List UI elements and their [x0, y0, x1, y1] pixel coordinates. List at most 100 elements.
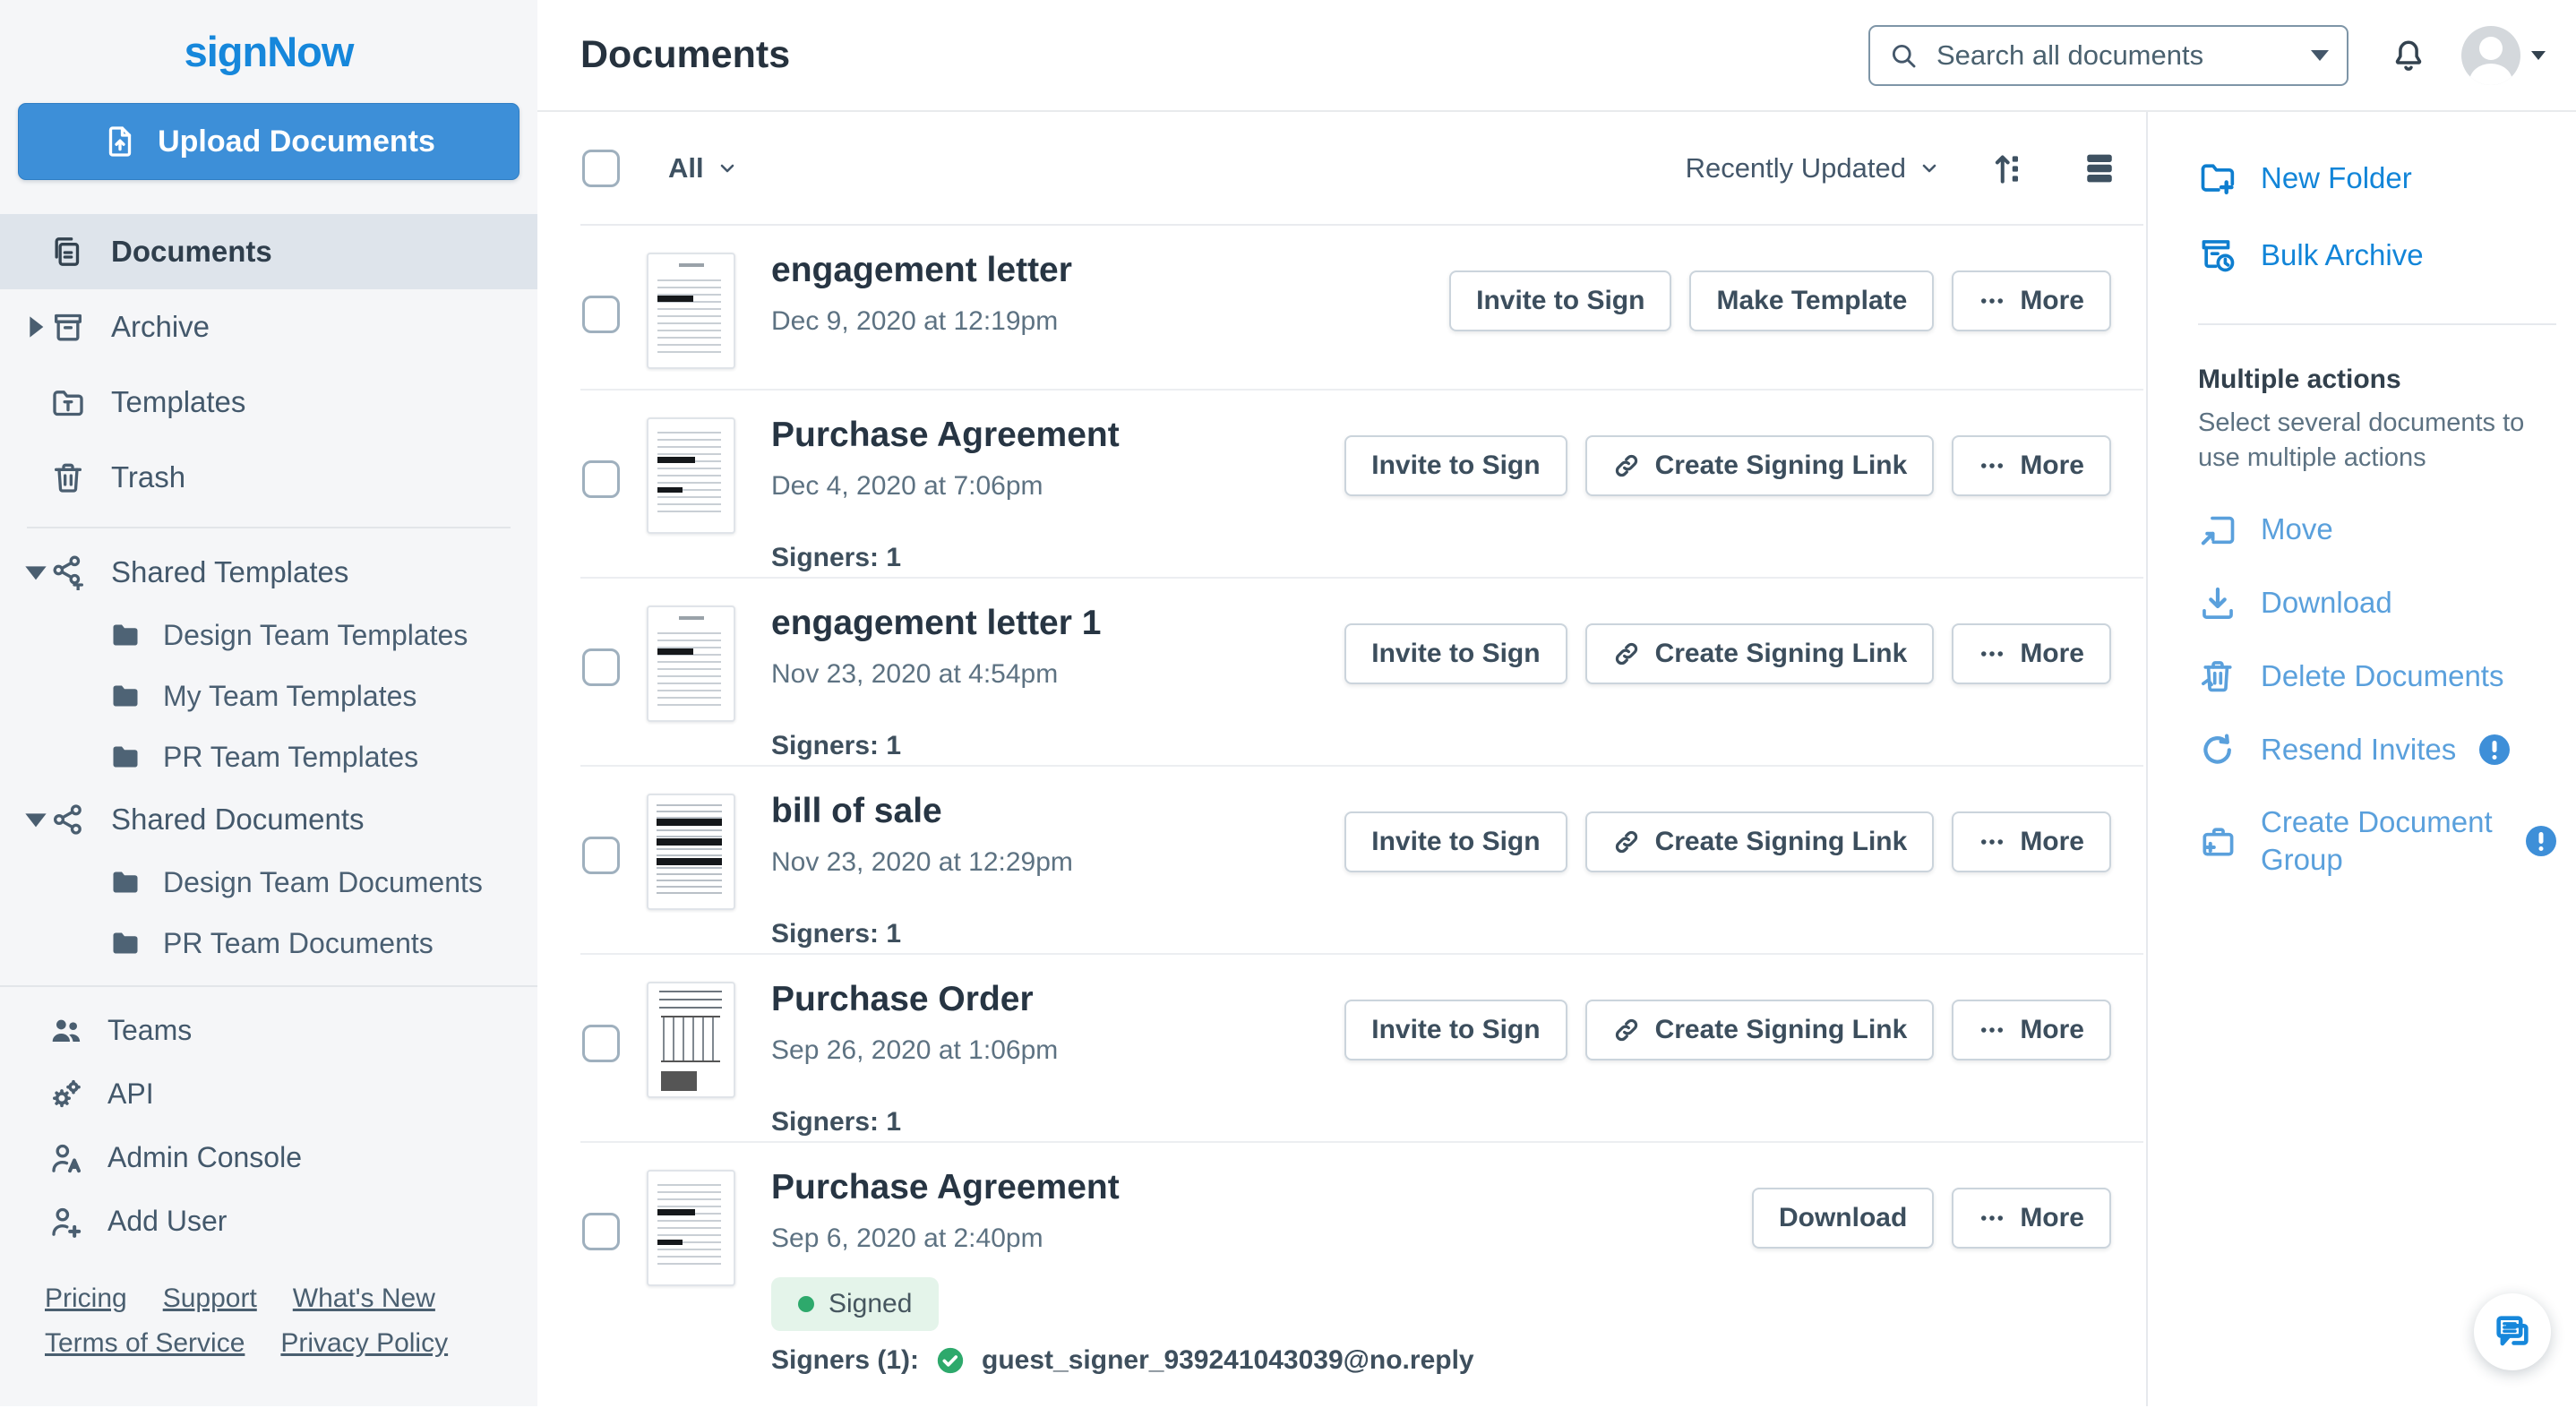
list-view-icon[interactable] [2080, 149, 2119, 188]
privacy-policy-link[interactable]: Privacy Policy [280, 1328, 448, 1358]
row-checkbox[interactable] [582, 1025, 620, 1062]
sidebar-item-admin-console[interactable]: Admin Console [0, 1126, 537, 1189]
sidebar-item-pr-team-documents[interactable]: PR Team Documents [0, 913, 537, 974]
move-button[interactable]: Move [2198, 510, 2556, 549]
invite-to-sign-button[interactable]: Invite to Sign [1449, 270, 1671, 331]
create-signing-link-button[interactable]: Create Signing Link [1585, 623, 1935, 684]
button-label: More [2020, 451, 2084, 481]
action-label: Create Document Group [2261, 803, 2503, 879]
new-folder-button[interactable]: New Folder [2198, 159, 2556, 198]
filter-dropdown[interactable]: All [668, 152, 738, 185]
document-title[interactable]: Purchase Order [771, 978, 1058, 1021]
more-button[interactable]: More [1952, 1188, 2111, 1249]
sidebar-item-add-user[interactable]: Add User [0, 1189, 537, 1253]
chat-support-button[interactable] [2474, 1293, 2551, 1370]
document-thumbnail[interactable] [647, 794, 735, 910]
add-user-icon [48, 1204, 84, 1240]
sidebar-item-design-team-templates[interactable]: Design Team Templates [0, 605, 537, 665]
sidebar-item-my-team-templates[interactable]: My Team Templates [0, 665, 537, 726]
sidebar-item-trash[interactable]: Trash [0, 440, 537, 515]
sort-order-icon[interactable] [1990, 149, 2030, 188]
create-signing-link-button[interactable]: Create Signing Link [1585, 1000, 1935, 1060]
invite-to-sign-button[interactable]: Invite to Sign [1344, 435, 1567, 496]
document-title[interactable]: Purchase Agreement [771, 1166, 1474, 1209]
delete-documents-button[interactable]: Delete Documents [2198, 657, 2556, 696]
document-thumbnail[interactable] [647, 1170, 735, 1286]
terms-of-service-link[interactable]: Terms of Service [45, 1328, 245, 1358]
info-alert-icon[interactable] [2479, 734, 2510, 765]
document-list: engagement letter Dec 9, 2020 at 12:19pm… [580, 224, 2143, 1406]
more-button[interactable]: More [1952, 811, 2111, 872]
sidebar-item-documents[interactable]: Documents [0, 214, 537, 289]
download-icon [2198, 583, 2237, 622]
download-documents-button[interactable]: Download [2198, 583, 2556, 622]
document-thumbnail[interactable] [647, 982, 735, 1098]
invite-to-sign-button[interactable]: Invite to Sign [1344, 623, 1567, 684]
create-signing-link-button[interactable]: Create Signing Link [1585, 435, 1935, 496]
document-thumbnail[interactable] [647, 605, 735, 722]
document-thumbnail[interactable] [647, 417, 735, 534]
search-bar[interactable] [1868, 25, 2348, 86]
make-template-button[interactable]: Make Template [1689, 270, 1934, 331]
caret-down-icon[interactable] [18, 802, 54, 837]
more-button[interactable]: More [1952, 270, 2111, 331]
status-label: Signed [829, 1289, 912, 1319]
document-title[interactable]: Purchase Agreement [771, 414, 1120, 457]
more-button[interactable]: More [1952, 435, 2111, 496]
row-checkbox[interactable] [582, 648, 620, 686]
document-thumbnail[interactable] [647, 253, 735, 369]
create-document-group-button[interactable]: Create Document Group [2198, 803, 2556, 879]
caret-right-icon[interactable] [18, 309, 54, 345]
search-input[interactable] [1935, 39, 2300, 73]
action-label: Move [2261, 512, 2333, 546]
move-icon [2198, 510, 2237, 549]
sidebar-item-label: Add User [107, 1205, 227, 1238]
more-dots-icon [1979, 640, 2005, 667]
sidebar-item-label: API [107, 1077, 154, 1111]
sort-dropdown[interactable]: Recently Updated [1686, 152, 1940, 185]
row-checkbox[interactable] [582, 296, 620, 333]
info-alert-icon[interactable] [2526, 826, 2556, 856]
create-signing-link-button[interactable]: Create Signing Link [1585, 811, 1935, 872]
folder-label: PR Team Documents [163, 927, 434, 960]
account-menu[interactable] [2461, 26, 2546, 85]
caret-down-icon[interactable] [18, 554, 54, 590]
more-button[interactable]: More [1952, 623, 2111, 684]
search-scope-caret-icon[interactable] [2311, 50, 2329, 61]
support-link[interactable]: Support [163, 1284, 257, 1313]
upload-documents-button[interactable]: Upload Documents [18, 103, 519, 180]
document-title[interactable]: engagement letter 1 [771, 602, 1101, 645]
row-checkbox[interactable] [582, 1213, 620, 1250]
sidebar-section-shared-templates[interactable]: Shared Templates [0, 540, 537, 605]
download-button[interactable]: Download [1752, 1188, 1934, 1249]
page-title: Documents [580, 33, 790, 77]
select-all-checkbox[interactable] [582, 150, 620, 187]
document-title[interactable]: bill of sale [771, 790, 1073, 833]
status-dot-icon [798, 1296, 814, 1312]
invite-to-sign-button[interactable]: Invite to Sign [1344, 1000, 1567, 1060]
sidebar-item-pr-team-templates[interactable]: PR Team Templates [0, 726, 537, 787]
whats-new-link[interactable]: What's New [293, 1284, 435, 1313]
row-checkbox[interactable] [582, 460, 620, 498]
document-title[interactable]: engagement letter [771, 249, 1072, 292]
sidebar-item-templates[interactable]: Templates [0, 365, 537, 440]
new-folder-icon [2198, 159, 2237, 198]
sidebar-section-shared-documents[interactable]: Shared Documents [0, 787, 537, 852]
sidebar-item-archive[interactable]: Archive [0, 289, 537, 365]
invite-to-sign-button[interactable]: Invite to Sign [1344, 811, 1567, 872]
button-label: Download [1779, 1203, 1907, 1233]
sidebar-item-api[interactable]: API [0, 1062, 537, 1126]
notifications-bell-icon[interactable] [2390, 37, 2427, 74]
bulk-archive-button[interactable]: Bulk Archive [2198, 236, 2556, 275]
more-button[interactable]: More [1952, 1000, 2111, 1060]
sidebar-item-design-team-documents[interactable]: Design Team Documents [0, 852, 537, 913]
sidebar-item-teams[interactable]: Teams [0, 999, 537, 1062]
resend-invites-button[interactable]: Resend Invites [2198, 730, 2556, 769]
avatar[interactable] [2461, 26, 2520, 85]
row-checkbox[interactable] [582, 837, 620, 874]
pricing-link[interactable]: Pricing [45, 1284, 127, 1313]
app-logo[interactable]: signNow [0, 0, 537, 94]
document-row: Purchase Agreement Dec 4, 2020 at 7:06pm… [580, 391, 2143, 579]
section-label: Shared Documents [111, 803, 364, 837]
document-date: Nov 23, 2020 at 12:29pm [771, 847, 1073, 878]
